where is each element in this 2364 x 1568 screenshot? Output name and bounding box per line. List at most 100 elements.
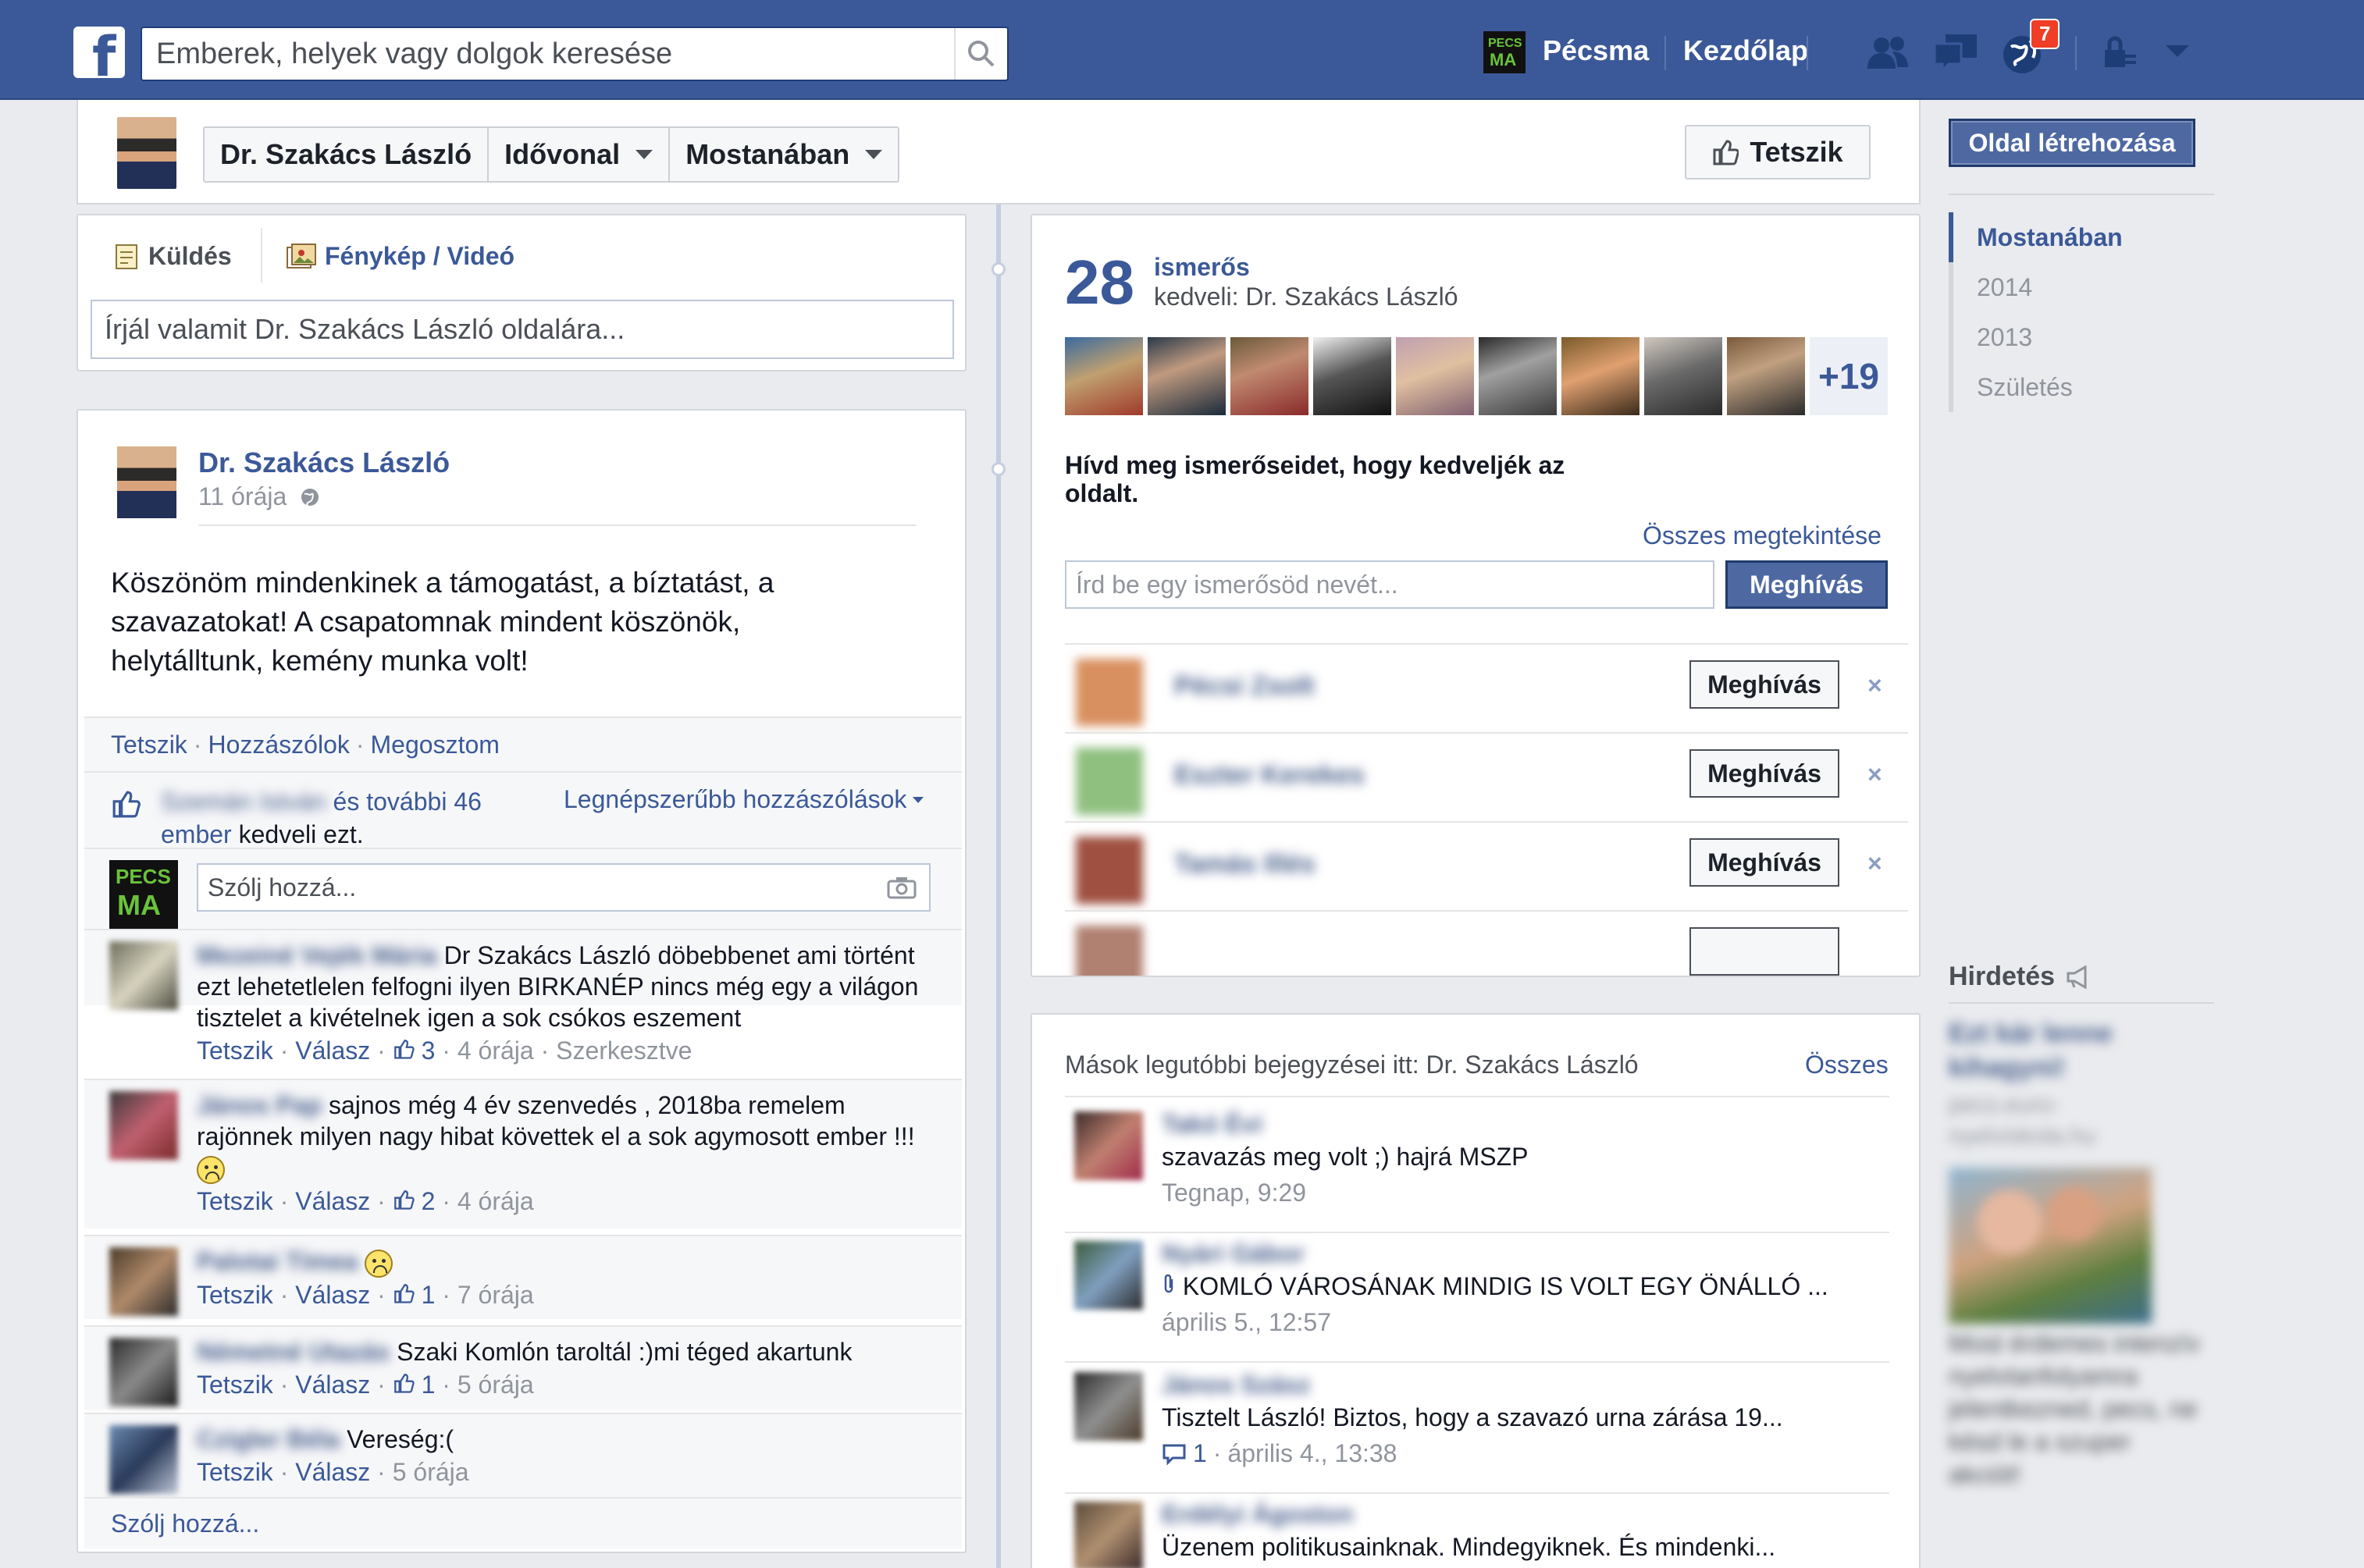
comment-reply-link[interactable]: Válasz (295, 1458, 370, 1486)
comment-likes-count[interactable]: 3 (393, 1036, 435, 1065)
post-author-avatar[interactable] (117, 446, 176, 518)
comment-time[interactable]: 7 órája (457, 1281, 534, 1309)
likers-people-link[interactable]: ember (161, 820, 232, 848)
friend-avatar[interactable] (1396, 337, 1474, 415)
comment-like-link[interactable]: Tetszik (197, 1371, 273, 1399)
comment-like-link[interactable]: Tetszik (197, 1187, 273, 1215)
friends-link[interactable]: ismerős (1154, 253, 1250, 282)
invite-friend-button[interactable] (1689, 927, 1839, 976)
timeline-nav-birth[interactable]: Születés (1949, 362, 2123, 412)
comment-avatar[interactable] (109, 1091, 178, 1160)
recent-post-time[interactable]: április 4., 13:38 (1227, 1439, 1397, 1468)
post-comment-link[interactable]: Hozzászólok (208, 731, 349, 759)
comment-reply-link[interactable]: Válasz (295, 1371, 370, 1399)
recent-post-author[interactable]: Erdélyi Ágoston (1162, 1500, 1353, 1529)
ad-title-link[interactable]: Ezt kár lenne kihagyni! (1949, 1016, 2183, 1085)
recent-post-time[interactable]: Tegnap, 9:29 (1162, 1179, 1306, 1207)
comment-author-link[interactable]: Németné Utazás (197, 1338, 390, 1366)
comment-time[interactable]: 4 órája (457, 1036, 534, 1065)
search-input[interactable] (156, 28, 952, 80)
comment-time[interactable]: 5 órája (457, 1371, 534, 1399)
other-likers-link[interactable]: és további 46 (333, 788, 482, 816)
see-all-link[interactable]: Összes megtekintése (1643, 521, 1882, 550)
comment-avatar[interactable] (109, 1425, 178, 1494)
comment-likes-count[interactable]: 1 (393, 1371, 435, 1399)
suggestion-avatar[interactable] (1076, 926, 1143, 976)
friend-avatar[interactable] (1230, 337, 1308, 415)
friend-avatar[interactable] (1561, 337, 1639, 415)
suggestion-avatar[interactable] (1076, 748, 1143, 815)
recent-post-text[interactable]: szavazás meg volt ;) hajrá MSZP (1162, 1143, 1528, 1172)
suggestion-name[interactable]: Pécsi Zsolt (1174, 671, 1315, 702)
suggestion-avatar[interactable] (1076, 837, 1143, 904)
comment-like-link[interactable]: Tetszik (197, 1458, 273, 1486)
friend-avatar[interactable] (1313, 337, 1391, 415)
invite-friend-button[interactable]: Meghívás (1689, 749, 1839, 798)
megaphone-icon[interactable] (2066, 965, 2092, 989)
suggestion-avatar[interactable] (1076, 659, 1143, 726)
timeline-nav-2014[interactable]: 2014 (1949, 262, 2123, 312)
composer-tab-post[interactable]: Küldés (114, 242, 232, 271)
recent-post-author[interactable]: János Szász (1162, 1371, 1310, 1399)
recent-post-avatar[interactable] (1074, 1111, 1143, 1180)
nav-pecsma-link[interactable]: Pécsma (1543, 34, 1649, 67)
comment-author-link[interactable]: János Pap (197, 1091, 322, 1119)
friend-avatar[interactable] (1727, 337, 1805, 415)
page-name-crumb[interactable]: Dr. Szakács László (205, 128, 490, 181)
post-time-label[interactable]: 11 órája (198, 482, 287, 511)
recent-post-time[interactable]: április 5., 12:57 (1162, 1308, 1331, 1337)
privacy-shortcuts-icon[interactable] (2100, 34, 2139, 72)
friend-requests-icon[interactable] (1863, 30, 1913, 76)
comment-edited[interactable]: Szerkesztve (556, 1036, 692, 1065)
write-comment-link[interactable]: Szólj hozzá... (84, 1497, 962, 1548)
suggestion-name[interactable]: Tamás Illés (1174, 849, 1316, 880)
friend-avatar[interactable] (1644, 337, 1722, 415)
comment-like-link[interactable]: Tetszik (197, 1281, 273, 1309)
composer-input[interactable]: Írjál valamit Dr. Szakács László oldalár… (91, 300, 954, 359)
search-button[interactable] (954, 28, 1007, 80)
account-menu-chevron-icon[interactable] (2164, 44, 2191, 59)
post-share-link[interactable]: Megosztom (371, 731, 500, 759)
comment-avatar[interactable] (109, 941, 178, 1010)
recent-post-comment-count[interactable]: 1 (1193, 1439, 1207, 1468)
more-friends-link[interactable]: +19 (1810, 337, 1888, 415)
like-page-button[interactable]: Tetszik (1685, 125, 1871, 180)
nav-home-link[interactable]: Kezdőlap (1683, 34, 1808, 67)
recent-post-avatar[interactable] (1074, 1502, 1143, 1568)
composer-tab-photo[interactable]: Fénykép / Videó (286, 242, 514, 271)
comment-sort-dropdown[interactable]: Legnépszerűbb hozzászólások (564, 785, 924, 814)
comment-reply-link[interactable]: Válasz (295, 1036, 370, 1065)
post-author-link[interactable]: Dr. Szakács László (198, 446, 450, 479)
liker-name-link[interactable]: Szemán István (161, 788, 326, 816)
timeline-nav-recent[interactable]: Mostanában (1949, 212, 2123, 262)
recent-post-author[interactable]: Nyári Gábor (1162, 1239, 1305, 1268)
recent-post-author[interactable]: Takó Évi (1162, 1110, 1262, 1139)
close-icon[interactable]: × (1867, 849, 1882, 878)
invite-friend-button[interactable]: Meghívás (1689, 660, 1839, 709)
comment-reply-link[interactable]: Válasz (295, 1187, 370, 1215)
invite-friend-button[interactable]: Meghívás (1689, 838, 1839, 887)
page-profile-avatar[interactable] (117, 117, 176, 189)
friend-avatar[interactable] (1065, 337, 1143, 415)
recent-posts-all-link[interactable]: Összes (1805, 1051, 1889, 1079)
comment-avatar[interactable] (109, 1338, 178, 1406)
commenter-avatar[interactable]: PECS MA (109, 860, 178, 929)
comment-reply-link[interactable]: Válasz (295, 1281, 370, 1309)
pecsma-avatar[interactable]: PECS MA (1483, 31, 1526, 73)
recent-post-text[interactable]: Üzenem politikusainknak. Mindegyiknek. É… (1162, 1533, 1775, 1562)
messages-icon[interactable] (1931, 30, 1981, 76)
comment-avatar[interactable] (109, 1247, 178, 1316)
facebook-logo-icon[interactable]: f (73, 27, 125, 78)
recent-post-text[interactable]: KOMLÓ VÁROSÁNAK MINDIG IS VOLT EGY ÖNÁLL… (1162, 1272, 1828, 1301)
close-icon[interactable]: × (1867, 760, 1882, 789)
friend-avatar[interactable] (1479, 337, 1557, 415)
recent-post-text[interactable]: Tisztelt László! Biztos, hogy a szavazó … (1162, 1403, 1783, 1432)
comment-likes-count[interactable]: 2 (393, 1187, 435, 1215)
ad-image[interactable] (1949, 1168, 2152, 1324)
recent-post-avatar[interactable] (1074, 1372, 1143, 1441)
recent-menu[interactable]: Mostanában (670, 128, 898, 181)
friend-count[interactable]: 28 (1065, 251, 1134, 314)
comment-time[interactable]: 5 órája (393, 1458, 469, 1486)
comment-author-link[interactable]: Palotai Tímea (197, 1247, 358, 1275)
timeline-menu[interactable]: Idővonal (489, 128, 671, 181)
